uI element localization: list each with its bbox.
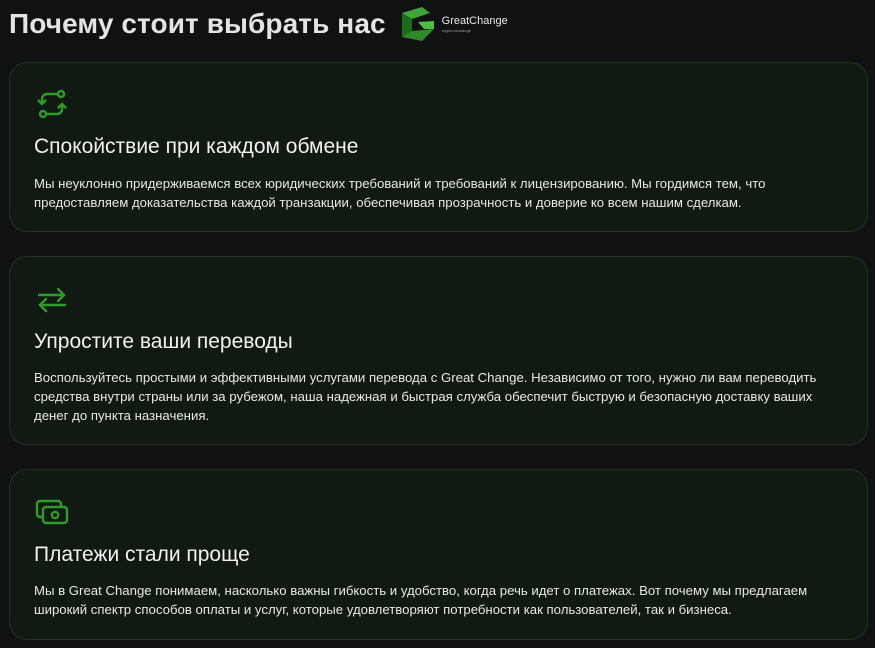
card-description: Мы неуклонно придерживаемся всех юридиче…: [34, 176, 766, 210]
card-title: Платежи стали проще: [34, 543, 250, 566]
transfer-arrows-icon: [35, 285, 69, 320]
logo-tagline: crypto exchange: [441, 27, 472, 33]
card-description: Мы в Great Change понимаем, насколько ва…: [34, 583, 808, 617]
feature-card-exchange: Спокойствие при каждом обмене Мы неуклон…: [9, 62, 868, 232]
refresh-arrows-icon: [35, 87, 69, 126]
banknotes-icon: [35, 498, 69, 533]
card-description: Воспользуйтесь простыми и эффективными у…: [34, 370, 817, 423]
feature-card-payments: Платежи стали проще Мы в Great Change по…: [9, 469, 868, 640]
feature-card-transfers: Упростите ваши переводы Воспользуйтесь п…: [9, 256, 868, 445]
section-header: Почему стоит выбрать нас GreatChange cry…: [9, 4, 508, 44]
card-title: Спокойствие при каждом обмене: [34, 135, 359, 158]
card-title: Упростите ваши переводы: [34, 330, 293, 353]
greatchange-logo-icon: [401, 7, 434, 41]
greatchange-logo[interactable]: GreatChange crypto exchange: [400, 7, 508, 41]
logo-name: GreatChange: [441, 14, 508, 27]
page-title: Почему стоит выбрать нас: [9, 8, 386, 39]
